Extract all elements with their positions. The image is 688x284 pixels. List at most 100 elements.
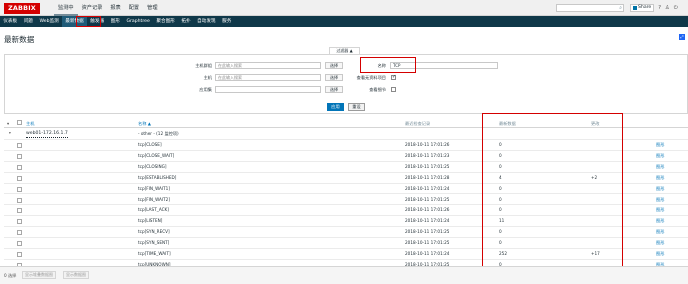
host-link[interactable]: web01-172.16.1.7 bbox=[26, 131, 68, 138]
name-filter-highlight bbox=[360, 57, 416, 73]
topnav-configuration[interactable]: 配置 bbox=[125, 0, 143, 16]
host-select-button[interactable]: 选择 bbox=[325, 74, 343, 81]
item-name: tcp[CLOSING] bbox=[138, 163, 167, 169]
top-nav: 监测中 资产记录 报表 配置 管理 bbox=[54, 0, 162, 16]
collapse-icon[interactable]: ▾ bbox=[9, 131, 11, 135]
item-name: tcp[CLOSE_WAIT] bbox=[138, 152, 175, 158]
select-all-checkbox[interactable] bbox=[17, 120, 22, 125]
last-check-time: 2018-10-11 17:01:25 bbox=[405, 229, 450, 235]
graph-link[interactable]: 图形 bbox=[656, 238, 664, 248]
application-label: 应用集 bbox=[199, 87, 212, 92]
subnav-overview[interactable]: Web监测 bbox=[36, 16, 62, 27]
row-checkbox[interactable] bbox=[17, 219, 22, 225]
stacked-graph-button[interactable]: 显示堆叠数据图 bbox=[22, 271, 56, 279]
latest-data-highlight bbox=[76, 16, 101, 27]
graph-link[interactable]: 图形 bbox=[656, 184, 664, 194]
item-name: tcp[SYN_SENT] bbox=[138, 240, 170, 246]
reset-button[interactable]: 重设 bbox=[348, 103, 365, 111]
share-icon bbox=[633, 6, 637, 10]
topnav-reports[interactable]: 报表 bbox=[106, 0, 124, 16]
show-details-label: 查看细节 bbox=[369, 87, 386, 92]
row-checkbox[interactable] bbox=[17, 230, 22, 236]
col-host[interactable]: 主机 bbox=[26, 120, 34, 127]
item-name: tcp[SYN_RECV] bbox=[138, 229, 170, 235]
last-check-time: 2018-10-11 17:01:25 bbox=[405, 196, 450, 202]
last-check-time: 2018-10-11 17:01:24 bbox=[405, 218, 450, 224]
subnav-screens[interactable]: 聚合图形 bbox=[153, 16, 178, 27]
row-checkbox[interactable] bbox=[17, 208, 22, 214]
row-checkbox[interactable] bbox=[17, 164, 22, 170]
col-last-check: 最近检查记录 bbox=[405, 121, 431, 126]
graph-link[interactable]: 图形 bbox=[656, 140, 664, 150]
item-name: tcp[ESTABLISHED] bbox=[138, 174, 177, 180]
host-input[interactable]: 在此输入搜索 bbox=[215, 74, 321, 81]
help-icon[interactable]: ? bbox=[658, 4, 661, 12]
row-checkbox[interactable] bbox=[17, 143, 22, 148]
item-name: tcp[LAST_ACK] bbox=[138, 207, 169, 213]
sub-nav: 仪表板 问题 Web监测 最新数据 触发器 图形 Graphtree 聚合图形 … bbox=[0, 16, 688, 27]
last-check-time: 2018-10-11 17:01:23 bbox=[405, 152, 450, 158]
top-right-tools: Share ? ♙ ⏻ bbox=[630, 0, 678, 16]
item-name: tcp[FIN_WAIT1] bbox=[138, 185, 170, 191]
last-check-time: 2018-10-11 17:01:28 bbox=[405, 174, 450, 180]
col-name[interactable]: 名称 ▲ bbox=[138, 120, 151, 127]
page-title: 最新数据 bbox=[4, 35, 35, 44]
item-name: tcp[FIN_WAIT2] bbox=[138, 196, 170, 202]
host-label: 主机 bbox=[203, 75, 212, 80]
item-name: tcp[CLOSE] bbox=[138, 142, 162, 147]
topnav-administration[interactable]: 管理 bbox=[143, 0, 161, 16]
item-name: tcp[LISTEN] bbox=[138, 218, 163, 224]
row-checkbox[interactable] bbox=[17, 252, 22, 257]
logout-icon[interactable]: ⏻ bbox=[674, 4, 678, 12]
subnav-problems[interactable]: 问题 bbox=[20, 16, 36, 27]
row-checkbox[interactable] bbox=[17, 175, 22, 181]
row-checkbox[interactable] bbox=[17, 186, 22, 192]
subnav-services[interactable]: 服务 bbox=[219, 16, 235, 27]
graph-link[interactable]: 图形 bbox=[656, 162, 664, 172]
expand-all-icon[interactable]: ▾ bbox=[7, 120, 9, 127]
graph-link[interactable]: 图形 bbox=[656, 195, 664, 205]
host-group-label: 主机群组 bbox=[195, 63, 212, 68]
selected-count: 0 选择 bbox=[4, 273, 17, 278]
subnav-maps[interactable]: 拓扑 bbox=[178, 16, 194, 27]
values-highlight bbox=[482, 113, 623, 268]
share-button[interactable]: Share bbox=[630, 4, 655, 12]
graph-link[interactable]: 图形 bbox=[656, 173, 664, 183]
last-check-time: 2018-10-11 17:01:26 bbox=[405, 207, 450, 213]
row-checkbox[interactable] bbox=[17, 153, 22, 159]
application-select-button[interactable]: 选择 bbox=[325, 86, 343, 93]
footer-bar: 0 选择 显示堆叠数据图 显示数据图 bbox=[0, 266, 688, 284]
zabbix-logo[interactable]: ZABBIX bbox=[4, 3, 40, 14]
host-group-select-button[interactable]: 选择 bbox=[325, 62, 343, 69]
group-label: - other - (12 监控项) bbox=[138, 131, 179, 136]
global-search-input[interactable]: ⌕ bbox=[556, 4, 624, 12]
application-input[interactable] bbox=[215, 86, 321, 93]
graph-link[interactable]: 图形 bbox=[656, 216, 664, 226]
subnav-discovery[interactable]: 自动发现 bbox=[194, 16, 219, 27]
apply-button[interactable]: 应用 bbox=[327, 103, 344, 111]
search-icon[interactable]: ⌕ bbox=[619, 5, 622, 12]
topnav-inventory[interactable]: 资产记录 bbox=[78, 0, 107, 16]
row-checkbox[interactable] bbox=[17, 241, 22, 247]
row-checkbox[interactable] bbox=[17, 197, 22, 203]
fullscreen-icon[interactable]: ⤢ bbox=[679, 34, 685, 40]
subnav-graphs[interactable]: 图形 bbox=[107, 16, 123, 27]
last-check-time: 2018-10-11 17:01:25 bbox=[405, 163, 450, 169]
subnav-graphtree[interactable]: Graphtree bbox=[123, 16, 153, 27]
graph-link[interactable]: 图形 bbox=[656, 249, 664, 259]
filter-tab[interactable]: 过滤器 ▲ bbox=[329, 47, 360, 54]
graph-link[interactable]: 图形 bbox=[656, 151, 664, 161]
user-icon[interactable]: ♙ bbox=[665, 4, 670, 12]
topnav-monitoring[interactable]: 监测中 bbox=[54, 0, 78, 16]
last-check-time: 2018-10-11 17:01:24 bbox=[405, 251, 450, 256]
show-details-checkbox[interactable] bbox=[391, 87, 396, 92]
last-check-time: 2018-10-11 17:01:25 bbox=[405, 240, 450, 246]
subnav-dashboard[interactable]: 仪表板 bbox=[0, 16, 20, 27]
graph-button[interactable]: 显示数据图 bbox=[63, 271, 89, 279]
item-name: tcp[TIME_WAIT] bbox=[138, 251, 171, 256]
graph-link[interactable]: 图形 bbox=[656, 227, 664, 237]
host-group-input[interactable]: 在此输入搜索 bbox=[215, 62, 321, 69]
graph-link[interactable]: 图形 bbox=[656, 205, 664, 215]
show-items-checkbox[interactable] bbox=[391, 74, 396, 80]
last-check-time: 2018-10-11 17:01:24 bbox=[405, 185, 450, 191]
